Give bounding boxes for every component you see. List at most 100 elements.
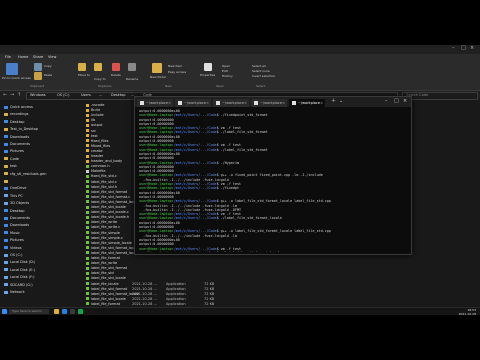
close-icon[interactable]: × bbox=[470, 45, 474, 51]
folder-icon bbox=[4, 231, 8, 235]
edge-taskbar-icon[interactable] bbox=[62, 309, 67, 314]
nav-item[interactable]: Downloads bbox=[4, 135, 29, 140]
system-clock[interactable]: 18:53 2021-10-28 bbox=[446, 308, 476, 315]
forward-icon[interactable]: → bbox=[10, 92, 14, 98]
move-to-icon[interactable] bbox=[78, 63, 86, 71]
pin-icon[interactable] bbox=[6, 63, 18, 75]
nav-item[interactable]: Documents bbox=[4, 216, 30, 221]
file-name: include bbox=[91, 113, 104, 118]
new-item-label[interactable]: New item bbox=[168, 64, 182, 68]
new-tab-icon[interactable]: ＋ bbox=[331, 98, 336, 105]
terminal-output[interactable]: output:0.0000000e+00 user@Home-laptop:/mn… bbox=[139, 109, 407, 252]
nav-item[interactable]: Pictures bbox=[4, 149, 24, 154]
folder-icon bbox=[4, 120, 8, 124]
breadcrumb-2[interactable]: Users bbox=[81, 93, 91, 97]
nav-item[interactable] bbox=[4, 179, 10, 184]
select-none-label[interactable]: Select none bbox=[252, 69, 270, 73]
breadcrumb-0[interactable]: Windows bbox=[30, 93, 46, 97]
desktop-screen: – □ × File Home Share View Pin to Quick … bbox=[0, 45, 480, 315]
back-icon[interactable]: ← bbox=[3, 92, 7, 98]
app-taskbar-icon[interactable] bbox=[78, 309, 83, 314]
ribbon-tab-share[interactable]: Share bbox=[33, 55, 43, 59]
nav-item[interactable]: Documents bbox=[4, 142, 30, 147]
file-icon bbox=[86, 190, 89, 194]
file-name: label_file_std_locale bbox=[91, 296, 126, 301]
nav-item[interactable]: Pictures bbox=[4, 238, 24, 243]
nav-item[interactable]: Videos bbox=[4, 246, 22, 251]
taskbar-search[interactable]: Type here to search bbox=[9, 309, 49, 314]
nav-item[interactable]: OneDrive bbox=[4, 186, 26, 191]
edit-label[interactable]: Edit bbox=[222, 69, 228, 73]
open-label[interactable]: Open bbox=[222, 64, 230, 68]
nav-item[interactable]: SDCARD (G:) bbox=[4, 283, 33, 288]
terminal-tab[interactable]: ~/workplace × bbox=[175, 99, 211, 107]
nav-item[interactable]: Code bbox=[4, 157, 19, 162]
terminal-window[interactable]: ~/workplace × ~/workplace × ~/workplace × ~/wo… bbox=[134, 96, 412, 255]
tab-dropdown-icon[interactable]: ⌄ bbox=[339, 98, 343, 105]
breadcrumb-1[interactable]: OS (C:) bbox=[57, 93, 69, 97]
nav-item[interactable]: Desktop bbox=[4, 120, 24, 125]
ribbon-tab-home[interactable]: Home bbox=[18, 55, 28, 59]
new-folder-icon[interactable] bbox=[152, 63, 162, 73]
close-icon[interactable]: × bbox=[403, 98, 407, 105]
nav-item[interactable]: Desktop bbox=[4, 209, 24, 214]
ribbon-tab-view[interactable]: View bbox=[48, 55, 56, 59]
ribbon-tab-file[interactable]: File bbox=[5, 55, 11, 59]
nav-item[interactable]: test bbox=[4, 164, 17, 169]
copy-icon[interactable] bbox=[34, 63, 42, 71]
nav-item[interactable]: Local Disk (F:) bbox=[4, 275, 34, 280]
file-name: fixed_file_std.c bbox=[91, 174, 117, 179]
up-icon[interactable]: ↑ bbox=[17, 92, 21, 98]
search-box[interactable]: Search Code bbox=[402, 92, 478, 100]
delete-icon[interactable] bbox=[112, 63, 120, 71]
taskbar: Type here to search 18:53 2021-10-28 bbox=[0, 307, 480, 315]
copy-to-icon[interactable] bbox=[94, 63, 102, 71]
nav-item[interactable]: Network bbox=[4, 290, 25, 295]
nav-item[interactable]: Local Disk (E:) bbox=[4, 268, 35, 273]
prompt-path: /mnt/c/Users/.../Code bbox=[173, 216, 217, 221]
file-icon bbox=[86, 302, 89, 306]
close-tab-icon[interactable]: × bbox=[206, 99, 209, 107]
nav-item[interactable]: OS (C:) bbox=[4, 253, 22, 258]
windows-start-icon[interactable] bbox=[2, 309, 7, 314]
close-tab-icon[interactable]: × bbox=[282, 99, 285, 107]
nav-item[interactable]: Music bbox=[4, 231, 20, 236]
file-name: Makefile bbox=[91, 169, 106, 174]
history-label[interactable]: History bbox=[222, 74, 233, 78]
nav-item[interactable]: Test_in_Desktop bbox=[4, 127, 38, 132]
explorer-titlebar[interactable]: – □ × bbox=[0, 45, 480, 54]
file-name: common.h bbox=[91, 164, 110, 169]
maximize-icon[interactable]: □ bbox=[394, 98, 399, 105]
rename-icon[interactable] bbox=[128, 63, 136, 71]
close-tab-icon[interactable]: × bbox=[320, 99, 323, 107]
nav-item[interactable]: Local Disk (D:) bbox=[4, 260, 35, 265]
nav-item[interactable]: cfg_stl_residuals.gen bbox=[4, 172, 46, 177]
command-text: $ g++ -o fixed_point fixed_point.cpp -lm… bbox=[216, 173, 323, 178]
properties-icon[interactable] bbox=[204, 63, 212, 71]
terminal-tab[interactable]: ~/workplace × bbox=[213, 99, 249, 107]
breadcrumb-4[interactable]: Desktop bbox=[111, 93, 125, 97]
file-explorer-taskbar-icon[interactable] bbox=[54, 309, 59, 314]
easy-access-label[interactable]: Easy access bbox=[168, 70, 186, 74]
minimize-icon[interactable]: – bbox=[452, 45, 455, 51]
paste-icon[interactable] bbox=[34, 72, 42, 80]
minimize-icon[interactable]: – bbox=[385, 98, 388, 105]
nav-item[interactable]: Quick access bbox=[4, 105, 33, 110]
terminal-tab[interactable]: ~/workplace × bbox=[251, 99, 287, 107]
maximize-icon[interactable]: □ bbox=[461, 45, 466, 51]
terminal-taskbar-icon[interactable] bbox=[70, 309, 75, 314]
invert-selection-label[interactable]: Invert selection bbox=[252, 74, 275, 78]
terminal-tab[interactable]: ~/workplace × bbox=[289, 99, 325, 107]
nav-item[interactable]: recordings bbox=[4, 112, 28, 117]
close-tab-icon[interactable]: × bbox=[168, 99, 171, 107]
terminal-tab-icon bbox=[254, 101, 258, 105]
terminal-tab[interactable]: ~/workplace × bbox=[137, 99, 173, 107]
nav-item[interactable]: This PC bbox=[4, 194, 23, 199]
breadcrumb-3[interactable]: ... bbox=[99, 93, 102, 97]
select-all-label[interactable]: Select all bbox=[252, 64, 266, 68]
file-icon bbox=[86, 113, 89, 117]
close-tab-icon[interactable]: × bbox=[244, 99, 247, 107]
file-icon bbox=[86, 154, 89, 158]
nav-item[interactable]: 3D Objects bbox=[4, 201, 29, 206]
nav-item[interactable]: Downloads bbox=[4, 223, 29, 228]
